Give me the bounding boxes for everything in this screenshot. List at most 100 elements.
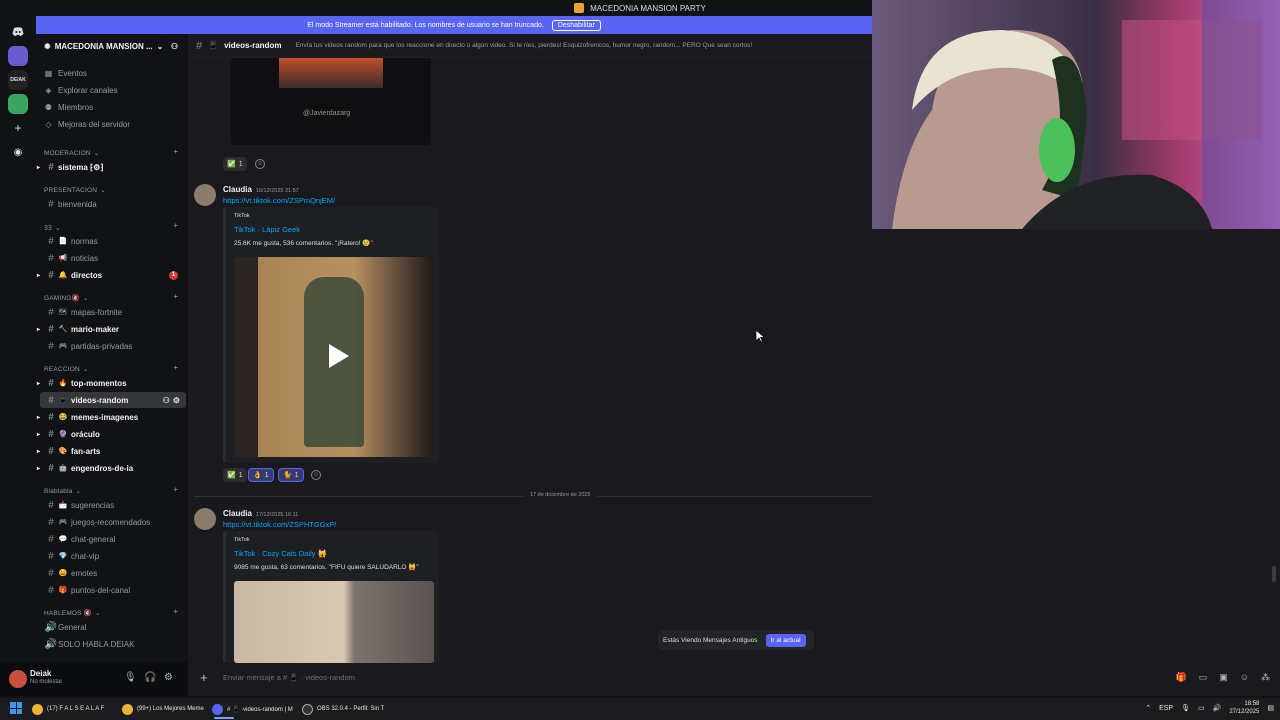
channel-juegos-recomendados[interactable]: # 🎮 juegos-recomendados [40,514,186,530]
channel-engendros[interactable]: ▸ # 🤖 engendros-de-ia [37,460,186,476]
chat-scrollbar[interactable] [1272,566,1276,582]
chevron-up-icon[interactable]: ⌃ [1145,704,1151,712]
video-thumbnail[interactable] [234,581,434,663]
network-icon[interactable]: ▭ [1198,704,1205,712]
add-server-icon[interactable]: + [8,118,28,138]
channel-directos[interactable]: ▸ # 🔔 directos 1 [37,267,186,283]
gif-icon[interactable]: ▭ [1199,672,1208,683]
add-channel-icon[interactable]: + [173,363,178,372]
windows-start-icon[interactable] [10,702,22,714]
channel-videos-random[interactable]: # 📱 videos-random ⚇ ⚙ [40,392,186,408]
avatar[interactable] [194,508,216,530]
language-indicator[interactable]: ESP [1159,705,1173,712]
reaction-cat[interactable]: 🐈 1 [278,468,304,482]
invite-icon[interactable]: ⚇ [163,396,170,405]
jump-to-present-button[interactable]: Ir al actual [765,633,806,647]
channel-title: videos-random [224,41,282,50]
server-macedonia-icon[interactable] [8,46,28,66]
category-hablemos[interactable]: HABLEMOS 🔇 ⌄ [44,609,101,617]
add-channel-icon[interactable]: + [173,485,178,494]
voice-channel-solo-habla[interactable]: 🔊 SOLO HABLA DEIAK [40,636,186,652]
video-thumbnail[interactable] [234,257,434,457]
microphone-icon[interactable]: 🎙 [124,672,137,683]
avatar[interactable] [194,184,216,206]
channel-puntos-del-canal[interactable]: # 🎁 puntos-del-canal [40,582,186,598]
reaction-check[interactable]: ✅ 1 [223,157,247,171]
server-deiak-icon[interactable]: DEIAK [8,70,28,90]
message-link[interactable]: https://vt.tiktok.com/ZSPHTGGxP/ [223,520,336,529]
nav-eventos[interactable]: ▦ Eventos [44,65,87,81]
channel-partidas-privadas[interactable]: # 🎮 partidas-privadas [40,338,186,354]
apps-icon[interactable]: ⁂ [1261,672,1270,683]
category-misc[interactable]: ɜɜ ⌄ [44,223,61,233]
avatar[interactable] [9,670,27,688]
channel-fan-arts[interactable]: ▸ # 🎨 fan-arts [37,443,186,459]
attach-plus-icon[interactable]: + [200,670,208,685]
channel-memes-imagenes[interactable]: ▸ # 😂 memes-imagenes [37,409,186,425]
channel-sistema[interactable]: ▸ # sistema ⁅⚙⁆ [37,159,186,175]
category-label: GAMING🔇 [44,295,80,302]
embed-title[interactable]: TikTok · Lápiz Geek [234,225,300,234]
add-channel-icon[interactable]: + [173,147,178,156]
add-reaction-icon[interactable]: ☺ [311,470,321,480]
crystal-ball-icon: 🔮 [58,431,68,438]
taskbar-obs[interactable]: OBS 32.0.4 - Perfil: Sin T [302,702,384,716]
taskbar-chrome-2[interactable]: (99+) Los Mejores Meme [122,702,204,716]
previous-video-thumbnail[interactable]: @Javierdazarg [231,58,431,145]
channel-mario-maker[interactable]: ▸ # 🔨 mario-maker [37,321,186,337]
microphone-icon[interactable]: 🎙 [1181,704,1190,712]
taskbar-discord[interactable]: # 📱 ·videos-random | M [212,702,293,719]
nav-miembros[interactable]: ⚉ Miembros [44,99,93,115]
play-icon[interactable] [322,341,352,371]
discover-icon[interactable]: ◉ [8,142,28,162]
category-reaccion[interactable]: REACCION ⌄ [44,365,89,374]
channel-mapas-fortnite[interactable]: # 🗺 mapas-fortnite [40,304,186,320]
message-author[interactable]: Claudia 17/12/2025 16:11 [223,509,298,518]
category-moderacion[interactable]: MODERACION ⌄ [44,149,99,158]
taskbar-chrome-1[interactable]: (17) F A L S E A L A F [32,702,104,716]
embed-title[interactable]: TikTok · Cozy Cats Daily 🙀 [234,549,327,558]
category-label: HABLEMOS 🔇 [44,610,93,617]
reaction-check[interactable]: ✅ 1 [223,468,247,482]
channel-topic[interactable]: Envía tus videos random para que los rea… [295,42,752,49]
nav-mejoras[interactable]: ◇ Mejoras del servidor [44,116,130,132]
fire-icon: 🔥 [58,380,68,387]
add-channel-icon[interactable]: + [173,607,178,616]
sticker-icon[interactable]: ▣ [1219,672,1228,683]
taskbar-label: (17) F A L S E A L A F [47,706,105,712]
gear-icon[interactable]: ⚙ [173,396,180,405]
gift-icon[interactable]: 🎁 [1176,672,1187,683]
channel-noticias[interactable]: # 📢 noticias [40,250,186,266]
channel-bienvenida[interactable]: # bienvenida [40,196,186,212]
channel-sugerencias[interactable]: # 📩 sugerencias [40,497,186,513]
channel-chat-vip[interactable]: # 💎 chat-vip [40,548,186,564]
server-header[interactable]: ✹ MACEDONIA MANSION ... ⌄ ⚇ [36,34,188,58]
category-presentacion[interactable]: PRESENTACION ⌄ [44,186,106,195]
gear-icon[interactable]: ⚙ [164,672,173,683]
reaction-ok[interactable]: 👌 1 [248,468,274,482]
message-link[interactable]: https://vt.tiktok.com/ZSPmQnjEM/ [223,196,335,205]
add-channel-icon[interactable]: + [173,221,178,230]
nav-explorar[interactable]: ◈ Explorar canales [44,82,117,98]
discord-home-icon[interactable] [8,22,28,42]
server-third-icon[interactable] [8,94,28,114]
channel-normas[interactable]: # 📄 normas [40,233,186,249]
headphones-icon[interactable]: 🎧 [144,672,156,683]
clock[interactable]: 18:58 27/12/2025 [1229,700,1259,716]
category-blablabla[interactable]: Blablabla ⌄ [44,487,81,496]
emoji-icon[interactable]: ☺ [1240,672,1249,683]
channel-emotes[interactable]: # 😄 emotes [40,565,186,581]
volume-icon[interactable]: 🔊 [1213,704,1222,712]
channel-chat-general[interactable]: # 💬 chat-general [40,531,186,547]
message-input[interactable]: Enviar mensaje a # 📱 · videos-random [223,673,355,682]
channel-top-momentos[interactable]: ▸ # 🔥 top-momentos [37,375,186,391]
add-channel-icon[interactable]: + [173,292,178,301]
add-member-icon[interactable]: ⚇ [171,42,178,51]
channel-oraculo[interactable]: ▸ # 🔮 oráculo [37,426,186,442]
message-author[interactable]: Claudia 16/12/2025 21:57 [223,185,299,194]
notifications-icon[interactable]: ▤ [1267,704,1274,712]
category-gaming[interactable]: GAMING🔇 ⌄ [44,294,89,302]
add-reaction-icon[interactable]: ☺ [255,159,265,169]
disable-streamer-button[interactable]: Deshabilitar [551,19,601,31]
voice-channel-general[interactable]: 🔊 General [40,619,186,635]
